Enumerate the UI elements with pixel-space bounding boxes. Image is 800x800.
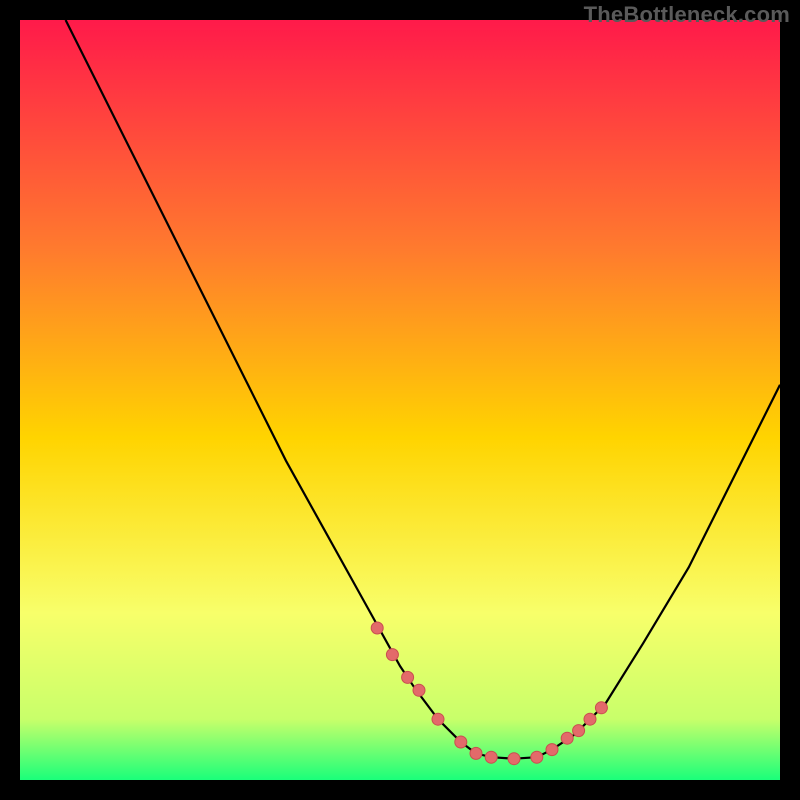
marker-point [371,622,383,634]
chart-svg [20,20,780,780]
marker-point [561,732,573,744]
marker-point [402,671,414,683]
marker-point [584,713,596,725]
marker-point [546,744,558,756]
chart-frame [20,20,780,780]
marker-point [413,684,425,696]
marker-point [595,702,607,714]
marker-point [432,713,444,725]
marker-point [470,747,482,759]
watermark-text: TheBottleneck.com [584,2,790,28]
marker-point [573,725,585,737]
marker-point [485,751,497,763]
marker-point [455,736,467,748]
marker-point [508,753,520,765]
marker-point [531,751,543,763]
marker-point [386,649,398,661]
